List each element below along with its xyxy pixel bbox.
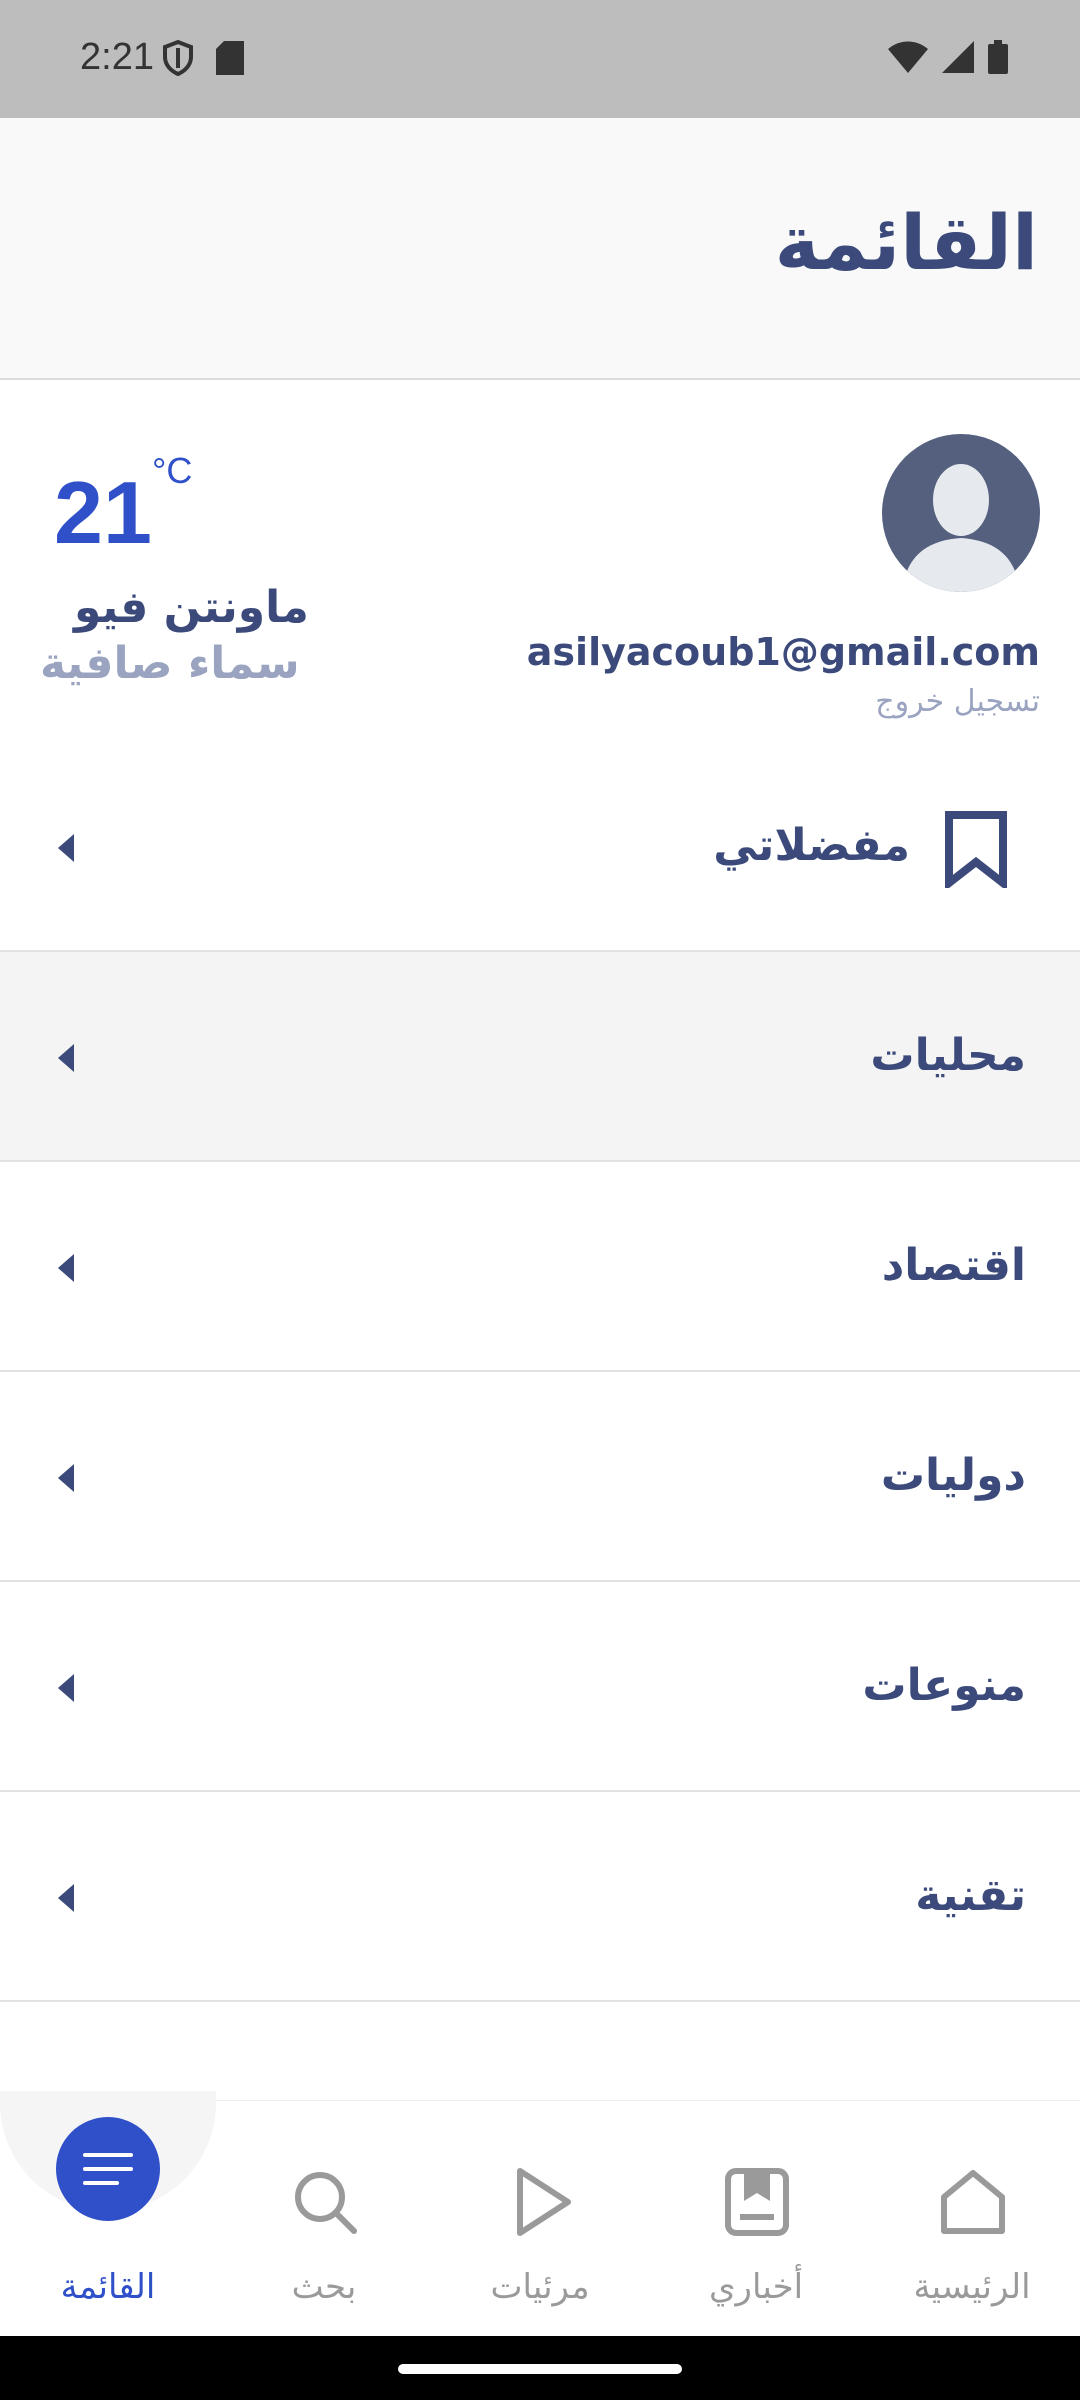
nav-item-search[interactable]: بحث <box>216 2101 432 2337</box>
weather-condition: سماء صافية <box>40 638 300 689</box>
menu-list-overflow <box>0 2002 1080 2082</box>
play-icon <box>517 2168 571 2236</box>
status-bar: 2:21 <box>0 0 1080 118</box>
chevron-left-icon <box>58 1674 74 1702</box>
nav-label: بحث <box>291 2267 357 2307</box>
avatar[interactable] <box>882 434 1040 592</box>
wifi-icon <box>888 41 928 73</box>
menu-item-label: منوعات <box>862 1660 1026 1711</box>
temperature-unit: °C <box>152 450 193 491</box>
nav-label: مرئيات <box>490 2267 590 2307</box>
menu-item-economy[interactable]: اقتصاد <box>0 1162 1080 1372</box>
status-time: 2:21 <box>80 36 154 78</box>
weather-location: ماونتن فيو <box>74 582 309 633</box>
nav-label: القائمة <box>60 2267 156 2307</box>
sd-card-icon <box>216 41 244 75</box>
shield-icon <box>163 40 193 76</box>
chevron-left-icon <box>58 1044 74 1072</box>
chevron-left-icon <box>58 1254 74 1282</box>
signal-icon <box>942 41 974 73</box>
menu-item-label: مفضلاتي <box>713 820 910 871</box>
gesture-handle[interactable] <box>398 2364 682 2374</box>
nav-item-my-news[interactable]: أخباري <box>648 2101 864 2337</box>
battery-icon <box>988 40 1008 74</box>
menu-item-label: دوليات <box>880 1450 1026 1501</box>
chevron-left-icon <box>58 834 74 862</box>
home-icon <box>941 2170 1005 2234</box>
search-icon <box>295 2172 357 2234</box>
weather-temperature: 21 °C <box>54 450 192 564</box>
chevron-left-icon <box>58 1884 74 1912</box>
logout-link[interactable]: تسجيل خروج <box>875 684 1040 719</box>
menu-item-label: تقنية <box>915 1870 1026 1921</box>
bookmark-icon <box>945 811 1007 888</box>
menu-item-label: اقتصاد <box>881 1240 1026 1291</box>
nav-item-menu[interactable]: القائمة <box>0 2091 216 2337</box>
user-silhouette-icon <box>902 464 1020 592</box>
menu-item-misc[interactable]: منوعات <box>0 1582 1080 1792</box>
nav-item-home[interactable]: الرئيسية <box>864 2101 1080 2337</box>
menu-icon <box>56 2117 160 2221</box>
page-title: القائمة <box>774 198 1038 287</box>
temperature-value: 21 <box>54 463 152 562</box>
nav-label: الرئيسية <box>913 2267 1031 2307</box>
user-email: asilyacoub1@gmail.com <box>526 630 1040 674</box>
saved-news-icon <box>725 2168 789 2236</box>
profile-section: asilyacoub1@gmail.com تسجيل خروج 21 °C م… <box>0 382 1080 742</box>
header: القائمة <box>0 118 1080 380</box>
nav-label: أخباري <box>708 2267 804 2307</box>
system-navigation-area <box>0 2336 1080 2400</box>
bottom-navigation: القائمة بحث مرئيات أخباري الرئيسية <box>0 2091 1080 2337</box>
menu-item-local[interactable]: محليات <box>0 952 1080 1162</box>
menu-item-label: محليات <box>870 1030 1026 1081</box>
menu-item-international[interactable]: دوليات <box>0 1372 1080 1582</box>
menu-list: مفضلاتي محليات اقتصاد دوليات منوعات تقني… <box>0 742 1080 2082</box>
menu-item-favorites[interactable]: مفضلاتي <box>0 742 1080 952</box>
nav-item-videos[interactable]: مرئيات <box>432 2101 648 2337</box>
chevron-left-icon <box>58 1464 74 1492</box>
menu-item-technology[interactable]: تقنية <box>0 1792 1080 2002</box>
